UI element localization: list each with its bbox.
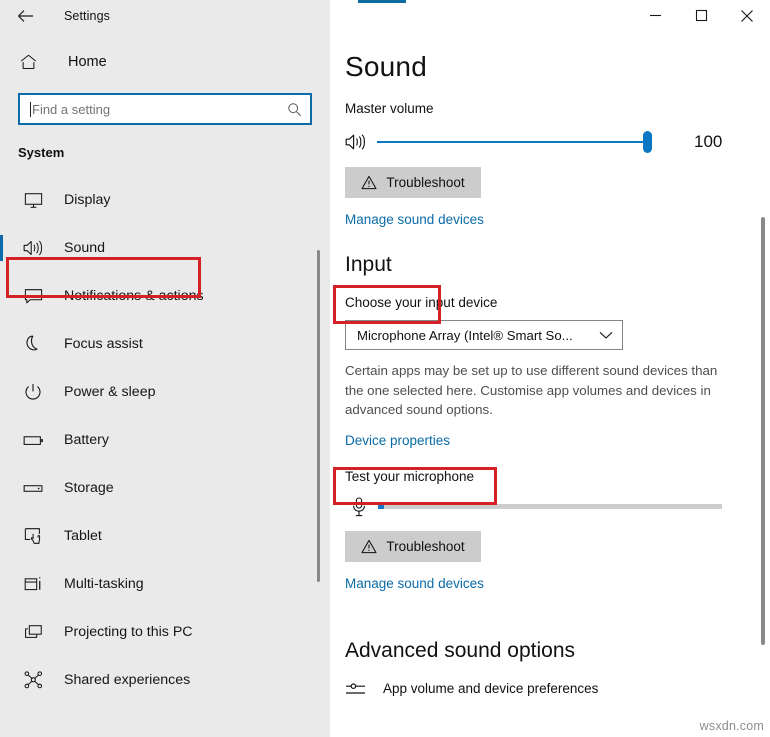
input-device-dropdown[interactable]: Microphone Array (Intel® Smart So... — [345, 320, 623, 350]
manage-sound-devices-link-output[interactable]: Manage sound devices — [345, 212, 484, 227]
input-device-value: Microphone Array (Intel® Smart So... — [357, 328, 573, 343]
sidebar-item-label: Shared experiences — [64, 672, 190, 688]
text-caret — [30, 102, 31, 117]
advanced-sound-options-heading: Advanced sound options — [345, 639, 770, 663]
sidebar-item-label: Focus assist — [64, 336, 143, 352]
device-properties-link[interactable]: Device properties — [345, 433, 450, 448]
close-button[interactable] — [724, 0, 770, 31]
sidebar-section-title: System — [18, 145, 330, 160]
battery-icon — [20, 434, 46, 447]
microphone-level-fill — [378, 504, 384, 509]
sidebar-item-label: Projecting to this PC — [64, 624, 193, 640]
microphone-level-meter — [378, 504, 722, 509]
output-troubleshoot-label: Troubleshoot — [386, 175, 464, 190]
sidebar-item-storage[interactable]: Storage — [0, 464, 330, 512]
mixer-icon — [345, 682, 369, 695]
app-volume-row[interactable]: App volume and device preferences — [345, 681, 770, 696]
sidebar-item-focus-assist[interactable]: Focus assist — [0, 320, 330, 368]
sidebar-item-shared-experiences[interactable]: Shared experiences — [0, 656, 330, 704]
sidebar-item-battery[interactable]: Battery — [0, 416, 330, 464]
storage-icon — [20, 483, 46, 494]
settings-window: Settings — [0, 0, 770, 737]
moon-icon — [20, 335, 46, 353]
share-icon — [20, 671, 46, 689]
master-volume-label: Master volume — [345, 101, 770, 116]
sidebar: Home System — [0, 32, 330, 737]
sidebar-item-label: Sound — [64, 240, 105, 256]
test-microphone-label: Test your microphone — [345, 469, 770, 484]
sidebar-item-label: Storage — [64, 480, 114, 496]
master-volume-slider[interactable] — [377, 131, 649, 153]
sidebar-nav-list: Display Sound — [0, 176, 330, 704]
sidebar-item-label: Notifications & actions — [64, 288, 204, 304]
speaker-icon — [345, 133, 373, 151]
monitor-icon — [20, 192, 46, 209]
slider-track — [377, 141, 649, 143]
sidebar-item-label: Power & sleep — [64, 384, 155, 400]
search-icon[interactable] — [287, 102, 302, 117]
sidebar-item-label: Multi-tasking — [64, 576, 144, 592]
sidebar-item-projecting[interactable]: Projecting to this PC — [0, 608, 330, 656]
sidebar-item-home[interactable]: Home — [0, 45, 330, 79]
warning-triangle-icon — [361, 539, 377, 554]
input-description: Certain apps may be set up to use differ… — [345, 361, 737, 420]
master-volume-row: 100 — [345, 129, 770, 155]
warning-triangle-icon — [361, 175, 377, 190]
input-troubleshoot-button[interactable]: Troubleshoot — [345, 531, 481, 562]
sidebar-item-display[interactable]: Display — [0, 176, 330, 224]
manage-sound-devices-link-input[interactable]: Manage sound devices — [345, 576, 484, 591]
window-title: Settings — [64, 9, 110, 23]
window-body: Home System — [0, 32, 770, 737]
master-volume-value: 100 — [694, 132, 722, 152]
main-content: Sound Master volume — [330, 32, 770, 737]
minimize-button[interactable] — [632, 0, 678, 31]
multitasking-icon — [20, 576, 46, 593]
sidebar-scrollbar[interactable] — [317, 250, 320, 582]
sidebar-item-tablet[interactable]: Tablet — [0, 512, 330, 560]
home-label: Home — [68, 54, 107, 70]
sidebar-item-label: Display — [64, 192, 111, 208]
accent-underline — [358, 0, 406, 3]
output-troubleshoot-button[interactable]: Troubleshoot — [345, 167, 481, 198]
projecting-icon — [20, 624, 46, 641]
sidebar-item-notifications[interactable]: Notifications & actions — [0, 272, 330, 320]
input-troubleshoot-label: Troubleshoot — [386, 539, 464, 554]
microphone-icon — [345, 497, 373, 517]
title-bar-right — [330, 0, 770, 32]
main-scrollbar[interactable] — [761, 217, 765, 645]
choose-input-device-label: Choose your input device — [345, 295, 770, 310]
back-button[interactable] — [8, 1, 42, 31]
sidebar-item-label: Battery — [64, 432, 109, 448]
speaker-icon — [20, 239, 46, 257]
title-bar: Settings — [0, 0, 770, 32]
watermark: wsxdn.com — [700, 719, 764, 733]
tablet-icon — [20, 527, 46, 545]
search-box[interactable] — [18, 93, 312, 125]
sidebar-item-multitasking[interactable]: Multi-tasking — [0, 560, 330, 608]
input-section-heading: Input — [345, 253, 770, 277]
app-volume-label: App volume and device preferences — [383, 681, 598, 696]
title-bar-left: Settings — [0, 0, 330, 32]
sidebar-item-sound[interactable]: Sound — [0, 224, 330, 272]
home-icon — [20, 54, 46, 70]
notification-icon — [20, 288, 46, 305]
sidebar-item-label: Tablet — [64, 528, 102, 544]
page-title: Sound — [345, 47, 770, 87]
microphone-test-row — [345, 495, 770, 519]
search-input[interactable] — [32, 102, 287, 117]
slider-thumb[interactable] — [643, 131, 652, 153]
sidebar-item-power-sleep[interactable]: Power & sleep — [0, 368, 330, 416]
power-icon — [20, 383, 46, 401]
maximize-button[interactable] — [678, 0, 724, 31]
chevron-down-icon — [599, 331, 613, 340]
